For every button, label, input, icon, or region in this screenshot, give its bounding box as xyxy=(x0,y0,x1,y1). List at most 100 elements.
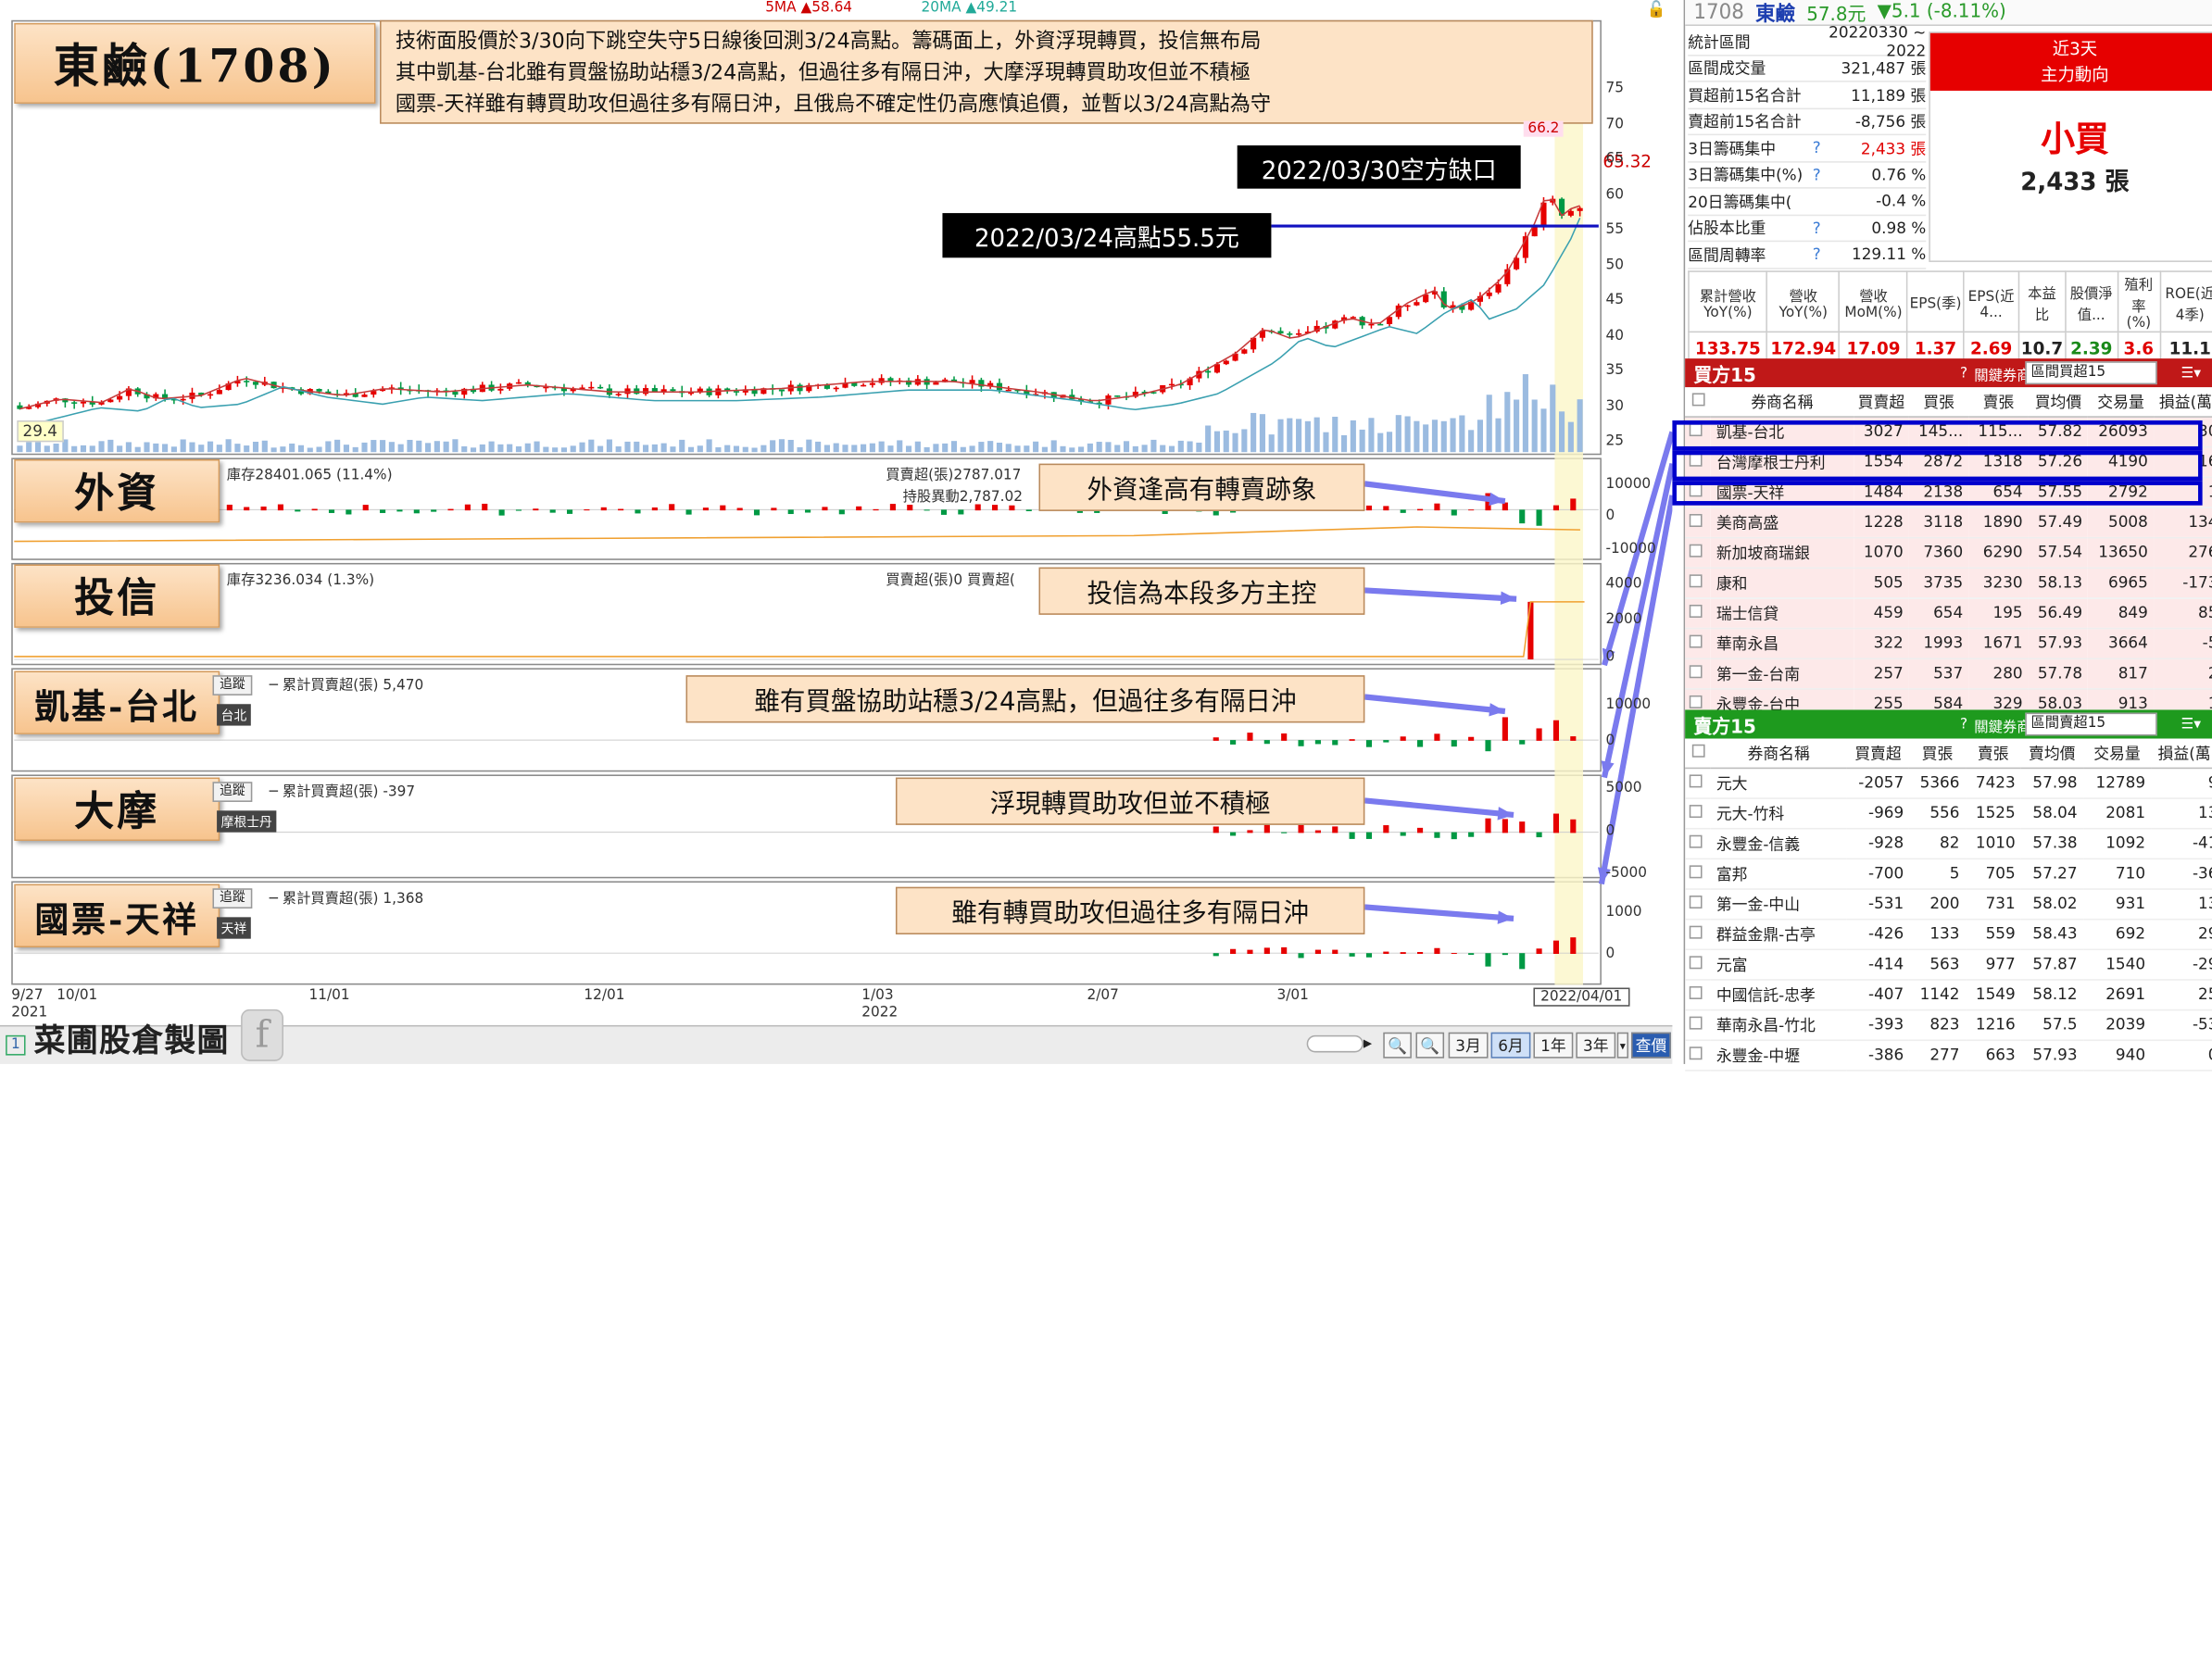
flow-bar xyxy=(515,509,522,511)
stat-key: 3日籌碼集中(%) xyxy=(1688,166,1804,185)
broker-row[interactable]: 富邦-700570557.27710-36 xyxy=(1685,858,2212,890)
zoom-in-icon[interactable]: 🔍 xyxy=(1415,1032,1445,1059)
help-icon[interactable]: ? xyxy=(1813,165,1824,183)
volume-bar xyxy=(1423,424,1429,453)
broker-row[interactable]: 元富-41456397757.871540-29 xyxy=(1685,948,2212,980)
candle-body xyxy=(452,391,459,395)
broker-cell: 13 xyxy=(2151,888,2212,920)
broker-row[interactable]: 永豐金-信義-92882101057.381092-41 xyxy=(1685,827,2212,859)
candle-body xyxy=(878,378,885,383)
row-checkbox[interactable] xyxy=(1685,627,1711,659)
flow-bar xyxy=(618,508,624,511)
row-checkbox[interactable] xyxy=(1685,797,1711,829)
range-1y-button[interactable]: 1年 xyxy=(1533,1032,1574,1059)
volume-bar xyxy=(924,446,930,453)
broker-row[interactable]: 群益金鼎-古亭-42613355958.4369229 xyxy=(1685,918,2212,950)
broker-row[interactable]: 元大-20575366742357.98127899 xyxy=(1685,767,2212,799)
lock-icon[interactable]: 🔓 xyxy=(1647,0,1666,19)
kgi-track-button[interactable]: 追蹤 xyxy=(212,675,253,695)
row-checkbox[interactable] xyxy=(1685,858,1711,890)
sell-help-icon[interactable]: ? xyxy=(1960,716,1967,732)
buy-col-header[interactable]: 交易量 xyxy=(2088,387,2154,418)
row-checkbox[interactable] xyxy=(1685,1009,1711,1041)
buy-help-icon[interactable]: ? xyxy=(1960,365,1967,381)
row-checkbox[interactable] xyxy=(1685,979,1711,1010)
broker-row[interactable]: 美商高盛12283118189057.495008134 xyxy=(1685,507,2212,538)
sell-col-header[interactable]: 交易量 xyxy=(2082,738,2152,769)
row-checkbox[interactable] xyxy=(1685,767,1711,799)
x-label: 10/01 xyxy=(57,987,98,1004)
sell-col-header[interactable]: 買賣超 xyxy=(1846,738,1910,769)
buy-col-header[interactable]: 買賣超 xyxy=(1854,387,1909,418)
row-checkbox[interactable] xyxy=(1685,1039,1711,1071)
sell-col-header[interactable]: 賣張 xyxy=(1965,738,2021,769)
flow-bar xyxy=(1332,740,1339,746)
broker-row[interactable]: 第一金-中山-53120073158.0293113 xyxy=(1685,888,2212,920)
broker-row[interactable]: 中國信託-忠孝-4071142154958.12269125 xyxy=(1685,979,2212,1010)
buy-col-header[interactable]: 賣張 xyxy=(1968,387,2029,418)
sell-col-header[interactable]: 買張 xyxy=(1909,738,1966,769)
buy-col-header[interactable]: 買均價 xyxy=(2028,387,2089,418)
stock-name[interactable]: 東鹼 xyxy=(1755,0,1795,27)
select-all-checkbox[interactable] xyxy=(1685,387,1711,418)
row-checkbox[interactable] xyxy=(1685,567,1711,598)
broker-cell: 563 xyxy=(1909,948,1966,980)
row-checkbox[interactable] xyxy=(1685,888,1711,920)
zoom-out-icon[interactable]: 🔍 xyxy=(1383,1032,1412,1059)
buy-col-header[interactable]: 損益(萬) xyxy=(2153,387,2212,418)
range-dropdown-icon[interactable]: ▾ xyxy=(1616,1032,1628,1059)
row-checkbox[interactable] xyxy=(1685,658,1711,689)
flow-bar xyxy=(1570,819,1577,833)
candle-body xyxy=(1495,283,1502,293)
row-checkbox[interactable] xyxy=(1685,507,1711,538)
scroll-slider[interactable] xyxy=(1306,1034,1364,1053)
page-icon[interactable]: 1 xyxy=(6,1034,26,1056)
broker-row[interactable]: 新加坡商瑞銀10707360629057.5413650276 xyxy=(1685,536,2212,569)
range-3y-button[interactable]: 3年 xyxy=(1576,1032,1616,1059)
sell-range-select[interactable]: 區間賣超15 xyxy=(2025,712,2157,736)
sell-col-header[interactable]: 損益(萬) xyxy=(2151,738,2212,769)
scroll-right-icon[interactable]: ▸ xyxy=(1364,1033,1372,1053)
row-checkbox[interactable] xyxy=(1685,948,1711,980)
kgi-y-tick: 10000 xyxy=(1605,696,1652,713)
buy-key-broker[interactable]: 關鍵券商 xyxy=(1974,362,2030,383)
broker-row[interactable]: 第一金-台南25753728057.788172 xyxy=(1685,658,2212,689)
sell-col-header[interactable]: 賣均價 xyxy=(2020,738,2083,769)
volume-bar xyxy=(1150,439,1157,453)
volume-bar xyxy=(1431,420,1439,453)
stat-row: 佔股本比重? 0.98 % xyxy=(1688,215,1927,243)
broker-row[interactable]: 康和5053735323058.136965-173 xyxy=(1685,567,2212,598)
buy-col-header[interactable]: 券商名稱 xyxy=(1710,387,1854,418)
help-icon[interactable]: ? xyxy=(1813,219,1824,237)
price-y-tick: 40 xyxy=(1605,327,1624,344)
facebook-icon[interactable]: f xyxy=(241,1009,283,1061)
row-checkbox[interactable] xyxy=(1685,536,1711,569)
volume-bar xyxy=(416,440,422,453)
footer-credit: 菜圃股倉製圖 xyxy=(33,1021,230,1060)
range-6m-button[interactable]: 6月 xyxy=(1490,1032,1531,1059)
stat-key: 區間成交量 xyxy=(1688,59,1766,79)
help-icon[interactable]: ? xyxy=(1813,245,1824,264)
broker-cell: 57.87 xyxy=(2020,948,2083,980)
row-checkbox[interactable] xyxy=(1685,827,1711,859)
help-icon[interactable]: ? xyxy=(1813,139,1824,157)
sell-menu-icon[interactable]: ☰▾ xyxy=(2181,716,2201,732)
broker-row[interactable]: 元大-竹科-969556152558.04208113 xyxy=(1685,797,2212,829)
buy-menu-icon[interactable]: ☰▾ xyxy=(2181,365,2201,381)
sell-key-broker[interactable]: 關鍵券商 xyxy=(1974,713,2030,735)
buy-range-select[interactable]: 區間買超15 xyxy=(2025,361,2157,385)
query-price-button[interactable]: 查價 xyxy=(1631,1032,1671,1059)
ms-track-button[interactable]: 追蹤 xyxy=(212,782,253,802)
range-3m-button[interactable]: 3月 xyxy=(1448,1032,1489,1059)
row-checkbox[interactable] xyxy=(1685,918,1711,950)
broker-row[interactable]: 永豐金-中壢-38627766357.939400 xyxy=(1685,1039,2212,1071)
volume-bar xyxy=(1477,420,1483,453)
bills-track-button[interactable]: 追蹤 xyxy=(212,888,253,909)
sell-col-header[interactable]: 券商名稱 xyxy=(1710,738,1847,769)
buy-col-header[interactable]: 買張 xyxy=(1908,387,1969,418)
broker-row[interactable]: 華南永昌-竹北-393823121657.52039-53 xyxy=(1685,1009,2212,1041)
row-checkbox[interactable] xyxy=(1685,597,1711,629)
broker-row[interactable]: 瑞士信貸45965419556.4984985 xyxy=(1685,597,2212,629)
broker-row[interactable]: 華南永昌3221993167157.933664-5 xyxy=(1685,627,2212,659)
select-all-checkbox[interactable] xyxy=(1685,738,1711,769)
